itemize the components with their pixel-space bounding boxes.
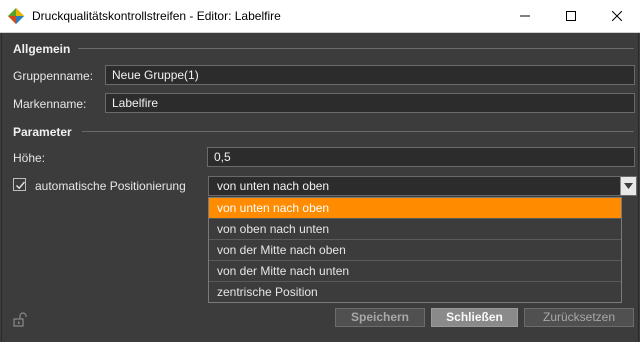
window-title: Druckqualitätskontrollstreifen - Editor:… [32,9,281,23]
section-general-heading: Allgemein [13,42,71,56]
check-icon [16,181,26,190]
dropdown-option[interactable]: von der Mitte nach unten [209,261,621,282]
position-dropdown-list: von unten nach oben von oben nach unten … [208,197,622,303]
group-name-label: Gruppenname: [13,69,94,83]
title-bar: Druckqualitätskontrollstreifen - Editor:… [0,0,640,33]
dropdown-arrow-button[interactable] [620,177,636,195]
height-label: Höhe: [13,151,46,165]
auto-position-checkbox[interactable] [13,178,26,191]
save-button[interactable]: Speichern [335,308,425,327]
chevron-down-icon [624,183,633,189]
group-name-input[interactable]: Neue Gruppe(1) [105,65,635,85]
dropdown-option[interactable]: von der Mitte nach oben [209,240,621,261]
app-logo-icon [8,8,24,24]
unlock-icon[interactable] [12,311,28,327]
position-select-value: von unten nach oben [217,179,330,193]
dropdown-option[interactable]: von unten nach oben [209,198,621,219]
mark-name-input[interactable]: Labelfire [105,93,635,113]
dropdown-option[interactable]: zentrische Position [209,282,621,303]
section-divider [78,48,634,49]
minimize-icon [520,15,530,17]
section-divider [82,131,634,132]
close-icon [612,11,622,21]
close-window-button[interactable] [594,0,640,32]
dropdown-option[interactable]: von oben nach unten [209,219,621,240]
close-button[interactable]: Schließen [431,308,518,327]
minimize-button[interactable] [502,0,548,32]
reset-button[interactable]: Zurücksetzen [524,308,634,327]
maximize-icon [566,11,576,21]
dialog-body: Allgemein Gruppenname: Neue Gruppe(1) Ma… [1,33,639,341]
auto-position-label: automatische Positionierung [35,179,186,193]
height-input[interactable]: 0,5 [207,147,635,167]
maximize-button[interactable] [548,0,594,32]
mark-name-label: Markenname: [13,97,87,111]
section-parameters-heading: Parameter [13,125,72,139]
position-select[interactable]: von unten nach oben [208,176,637,196]
